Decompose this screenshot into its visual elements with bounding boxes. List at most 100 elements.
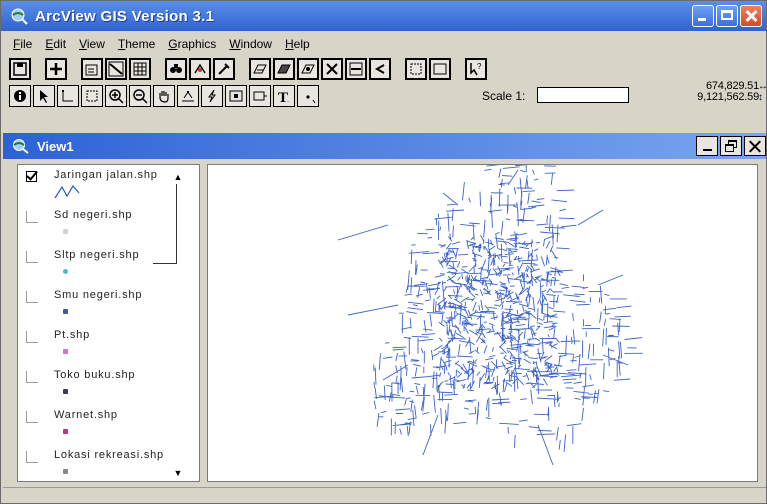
close-button[interactable] <box>740 5 762 27</box>
toc-layer[interactable]: Smu negeri.shp <box>18 285 199 325</box>
scale-input[interactable] <box>537 87 629 103</box>
view-title-bar[interactable]: View1 <box>3 133 766 159</box>
find-icon[interactable] <box>165 58 187 80</box>
label-icon[interactable] <box>249 85 271 107</box>
layer-visibility-checkbox[interactable] <box>26 211 38 223</box>
scroll-track <box>176 184 177 264</box>
point-symbol-icon <box>63 229 68 234</box>
locate-address-icon[interactable] <box>189 58 211 80</box>
layer-visibility-checkbox[interactable] <box>26 251 38 263</box>
menu-label-rest: iew <box>86 37 105 51</box>
layer-name: Sd negeri.shp <box>54 209 133 221</box>
text-tool-icon[interactable]: T. <box>273 85 295 107</box>
add-theme-icon[interactable] <box>45 58 67 80</box>
zoom-out-tool-icon[interactable] <box>129 85 151 107</box>
map-display[interactable] <box>207 164 758 482</box>
select-features-graphic-icon[interactable] <box>405 58 427 80</box>
layer-name: Smu negeri.shp <box>54 289 143 301</box>
menu-mnemonic: W <box>229 37 241 51</box>
view-close-button[interactable] <box>744 136 766 156</box>
identify-icon[interactable] <box>9 85 31 107</box>
toc-layer[interactable]: Toko buku.shp <box>18 365 199 405</box>
scroll-thumb-edge <box>153 263 177 264</box>
toc-layer[interactable]: Warnet.shp <box>18 405 199 445</box>
scroll-down-arrow-icon[interactable]: ▼ <box>173 468 183 478</box>
zoom-to-full-extent-icon[interactable] <box>249 58 271 80</box>
scroll-up-arrow-icon[interactable]: ▲ <box>173 172 183 182</box>
vertex-edit-icon[interactable] <box>57 85 79 107</box>
save-project-icon[interactable] <box>9 58 31 80</box>
query-builder-icon[interactable] <box>213 58 235 80</box>
open-attribute-table-icon[interactable] <box>129 58 151 80</box>
coord-y: 9,121,562.59 <box>697 91 759 103</box>
hot-link-icon[interactable] <box>201 85 223 107</box>
minimize-button[interactable] <box>692 5 714 27</box>
pan-hand-icon[interactable] <box>153 85 175 107</box>
zoom-to-active-themes-icon[interactable] <box>273 58 295 80</box>
pointer-icon[interactable] <box>33 85 55 107</box>
cursor-coordinates: 674,829.51 9,121,562.59 <box>671 81 759 103</box>
menu-view[interactable]: View <box>79 37 105 51</box>
layer-name: Pt.shp <box>54 329 90 341</box>
view-minimize-button[interactable] <box>696 136 718 156</box>
measure-icon[interactable] <box>177 85 199 107</box>
window-title: ArcView GIS Version 3.1 <box>35 7 215 25</box>
arcview-globe-icon <box>11 8 28 25</box>
menu-label-rest: elp <box>293 37 310 51</box>
menu-graphics[interactable]: Graphics <box>168 37 216 51</box>
point-symbol-icon <box>63 389 68 394</box>
help-pointer-icon[interactable]: ? <box>465 58 487 80</box>
menu-mnemonic: H <box>284 37 294 51</box>
toc-layer[interactable]: Sltp negeri.shp <box>18 245 199 285</box>
layer-name: Jaringan jalan.shp <box>54 169 158 181</box>
toc-layer[interactable]: Pt.shp <box>18 325 199 365</box>
area-of-interest-icon[interactable] <box>225 85 247 107</box>
layer-visibility-checkbox[interactable] <box>26 371 38 383</box>
title-bar[interactable]: ArcView GIS Version 3.1 <box>1 1 766 31</box>
layer-visibility-checkbox[interactable] <box>26 291 38 303</box>
zoom-to-selected-icon[interactable] <box>297 58 319 80</box>
layer-name: Warnet.shp <box>54 409 118 421</box>
menu-bar: File Edit View Theme Graphics Window Help <box>1 33 766 55</box>
point-symbol-icon <box>63 309 68 314</box>
menu-mnemonic: V <box>79 37 87 51</box>
select-feature-icon[interactable] <box>81 85 103 107</box>
toc-layer[interactable]: Sd negeri.shp <box>18 205 199 245</box>
point-symbol-icon <box>63 469 68 474</box>
point-symbol-icon <box>63 269 68 274</box>
menu-window[interactable]: Window <box>229 37 272 51</box>
clear-selection-icon[interactable] <box>429 58 451 80</box>
menu-label-rest: dit <box>53 37 67 51</box>
toc-layer[interactable]: Lokasi rekreasi.shp <box>18 445 199 481</box>
edit-legend-icon[interactable] <box>105 58 127 80</box>
zoom-out-icon[interactable] <box>345 58 367 80</box>
menu-mnemonic: G <box>168 37 178 51</box>
zoom-in-icon[interactable] <box>321 58 343 80</box>
menu-edit[interactable]: Edit <box>45 37 66 51</box>
layer-visibility-checkbox[interactable] <box>26 411 38 423</box>
layer-name: Sltp negeri.shp <box>54 249 140 261</box>
layer-visibility-checkbox[interactable] <box>26 171 37 182</box>
layer-visibility-checkbox[interactable] <box>26 331 38 343</box>
status-bar <box>3 487 766 503</box>
menu-help[interactable]: Help <box>285 37 310 51</box>
draw-point-icon[interactable] <box>297 85 319 107</box>
toc-scrollbar[interactable]: ▲ ▼ <box>153 166 183 480</box>
svg-text:?: ? <box>477 62 482 71</box>
road-lines <box>337 165 643 466</box>
maximize-button[interactable] <box>716 5 738 27</box>
menu-file[interactable]: File <box>13 37 32 51</box>
toc-layer[interactable]: Jaringan jalan.shp <box>18 165 199 205</box>
theme-properties-icon[interactable] <box>81 58 103 80</box>
zoom-previous-icon[interactable] <box>369 58 391 80</box>
line-symbol-icon <box>54 184 80 199</box>
layer-visibility-checkbox[interactable] <box>26 451 38 463</box>
menu-label-rest: raphics <box>177 37 217 51</box>
view-restore-button[interactable] <box>720 136 742 156</box>
button-bar: ? <box>9 57 489 81</box>
menu-label-rest: indow <box>240 37 272 51</box>
menu-theme[interactable]: Theme <box>118 37 155 51</box>
arcview-window: ArcView GIS Version 3.1 File Edit View Them… <box>0 0 767 504</box>
zoom-in-tool-icon[interactable] <box>105 85 127 107</box>
coordinate-arrows-icon: ↔ ↕ <box>758 81 767 103</box>
